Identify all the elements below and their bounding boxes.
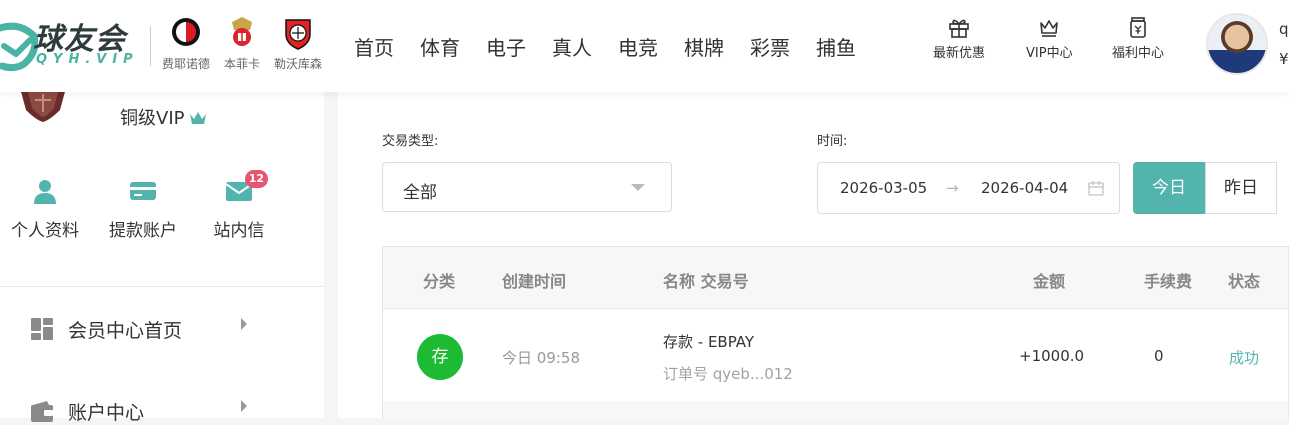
nav-cards[interactable]: 棋牌 [684,32,724,61]
quick-vip-center[interactable]: VIP中心 [1026,16,1073,61]
user-icon [34,180,56,204]
vip-shield-icon [20,88,66,122]
logo-divider [150,26,151,66]
range-arrow-icon: → [946,179,959,197]
partner-label: 本菲卡 [223,57,260,71]
crown-icon [1040,20,1059,37]
nav-fishing[interactable]: 捕鱼 [816,32,856,61]
sidebar-item-label: 账户中心 [68,402,145,424]
benfica-crest-icon [232,17,252,46]
row-name: 存款 - EBPAY [663,333,755,351]
time-filter-label: 时间: [817,134,848,149]
table-row[interactable]: 存 今日 09:58 存款 - EBPAY 订单号 qyeb...012 +10… [383,309,1288,401]
action-withdraw-account[interactable]: 提款账户 [98,176,188,241]
col-category: 分类 [423,272,456,291]
select-value: 全部 [403,183,437,203]
partner-label: 费耶诺德 [161,57,210,71]
row-order-number[interactable]: 订单号 qyeb...012 [663,363,793,384]
table-header: 分类 创建时间 名称 交易号 金额 手续费 状态 [383,247,1288,309]
balance-currency: ¥ [1279,50,1289,68]
transaction-panel: 交易类型: 全部 时间: 2026-03-05 → 2026-04-04 今日 … [338,92,1289,419]
unread-badge: 12 [244,170,268,188]
vip-level: 铜级VIP [120,104,208,130]
col-fee: 手续费 [1144,272,1193,291]
sidebar-item-account-center[interactable]: 账户中心 [30,398,144,425]
sidebar-item-label: 会员中心首页 [68,320,183,342]
row-fee: 0 [1154,347,1164,365]
action-label: 站内信 [213,221,265,241]
nav-home[interactable]: 首页 [354,32,394,61]
member-sidebar: 铜级VIP 个人资料 提款账户 12 站内信 会员中心首页 账户中心 [0,88,324,424]
sidebar-item-member-home[interactable]: 会员中心首页 [30,316,182,343]
nav-live-casino[interactable]: 真人 [552,32,592,61]
date-start[interactable]: 2026-03-05 [840,179,927,197]
chevron-right-icon [241,318,247,330]
range-today-button[interactable]: 今日 [1133,162,1205,214]
brand-subtitle: QYH.VIP [36,52,139,67]
table-row[interactable] [383,401,1288,419]
nav-slots[interactable]: 电子 [486,32,526,61]
quick-label: 最新优惠 [933,46,986,61]
quick-label: 福利中心 [1112,46,1165,61]
transaction-type-select[interactable]: 全部 [382,162,672,212]
col-amount: 金额 [1033,272,1066,291]
wallet-icon [31,401,53,422]
transaction-table: 分类 创建时间 名称 交易号 金额 手续费 状态 存 今日 09:58 存款 -… [382,246,1289,419]
jar-icon [1130,17,1146,38]
calendar-icon [1088,181,1104,196]
main-nav: 首页 体育 电子 真人 电竞 棋牌 彩票 捕鱼 [354,32,882,61]
date-end[interactable]: 2026-04-04 [981,179,1068,197]
quick-label: VIP中心 [1026,46,1073,61]
top-header: 球友会 QYH.VIP 费耶诺德 本菲卡 勒沃库森 首页 体育 电子 真人 电竞… [0,0,1289,92]
action-inbox[interactable]: 12 站内信 [194,170,284,241]
feyenoord-crest-icon [172,18,200,46]
nav-esports[interactable]: 电竞 [618,32,658,61]
range-yesterday-button[interactable]: 昨日 [1205,162,1277,214]
nav-lottery[interactable]: 彩票 [750,32,790,61]
col-name-order: 名称 交易号 [663,272,749,291]
vip-level-text: 铜级VIP [120,108,185,129]
quick-range-buttons: 今日 昨日 [1133,162,1277,214]
dashboard-icon [31,318,53,340]
card-icon [130,182,156,200]
sidebar-divider [0,286,324,287]
quick-promotions[interactable]: 最新优惠 [933,16,985,61]
partner-benfica[interactable]: 本菲卡 [214,16,270,72]
row-status: 成功 [1229,349,1260,367]
date-range-picker[interactable]: 2026-03-05 → 2026-04-04 [817,162,1120,214]
partner-feyenoord[interactable]: 费耶诺德 [158,16,214,72]
type-filter-label: 交易类型: [382,134,439,149]
action-label: 提款账户 [109,221,177,241]
quick-welfare-center[interactable]: 福利中心 [1112,16,1164,61]
action-profile[interactable]: 个人资料 [0,176,90,241]
user-avatar[interactable] [1206,13,1268,75]
leverkusen-crest-icon [285,19,311,50]
chevron-right-icon [241,400,247,412]
partner-leverkusen[interactable]: 勒沃库森 [270,16,326,72]
caret-down-icon [631,184,645,191]
nav-sports[interactable]: 体育 [420,32,460,61]
col-created-time: 创建时间 [502,272,567,291]
vip-crown-icon [190,112,207,124]
username: q [1279,20,1289,38]
partner-label: 勒沃库森 [273,57,322,71]
col-status: 状态 [1228,272,1261,291]
gift-icon [949,19,969,38]
row-amount: +1000.0 [1019,347,1085,365]
category-badge: 存 [417,334,463,380]
row-time: 今日 09:58 [502,349,580,367]
action-label: 个人资料 [11,221,79,241]
